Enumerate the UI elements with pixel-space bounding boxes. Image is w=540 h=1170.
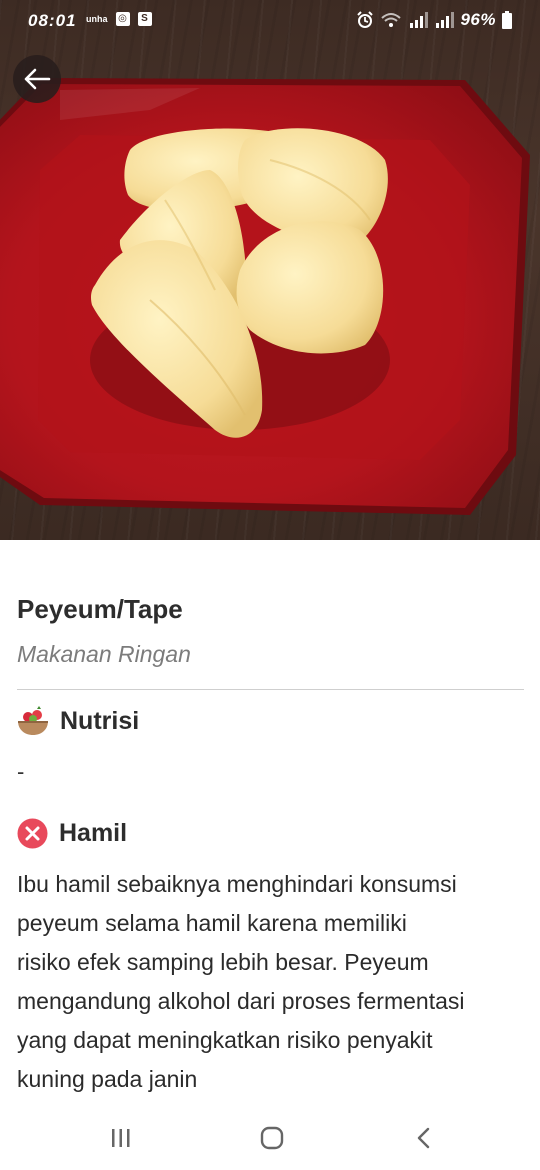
wifi-icon — [381, 13, 402, 27]
hero-image — [0, 0, 540, 540]
recent-apps-icon — [112, 1129, 130, 1147]
system-nav-bar — [0, 1106, 540, 1170]
signal-icon — [410, 12, 429, 28]
pregnant-description-line: risiko efek samping lebih besar. Peyeum — [17, 949, 429, 975]
pregnant-description-line: yang dapat meningkatkan risiko penyakit — [17, 1027, 433, 1053]
uniline-icon: unha — [86, 14, 108, 24]
signal-icon-2 — [436, 12, 455, 28]
home-button[interactable] — [252, 1120, 292, 1156]
nav-back-button[interactable] — [404, 1120, 444, 1156]
status-bar: 08:01 unha ◎ S 96% — [0, 0, 540, 44]
pregnant-description-line: peyeum selama hamil karena memiliki — [17, 910, 407, 936]
nutrition-value: - — [17, 759, 25, 784]
pregnant-description: Ibu hamil sebaiknya menghindari konsumsi… — [17, 865, 524, 1099]
food-title: Peyeum/Tape — [17, 594, 183, 624]
back-button[interactable] — [13, 55, 61, 103]
alarm-icon — [357, 11, 374, 28]
notification-icons: unha ◎ S — [86, 12, 152, 26]
pregnant-description-line: kuning pada janin — [17, 1066, 198, 1092]
divider — [17, 689, 524, 690]
peyeum-plate-image — [0, 78, 530, 515]
pregnant-description-line: Ibu hamil sebaiknya menghindari konsumsi — [17, 871, 457, 897]
pregnant-description-line: mengandung alkohol dari proses fermentas… — [17, 988, 465, 1014]
instagram-icon: ◎ — [115, 12, 130, 26]
nutrition-heading: Nutrisi — [17, 706, 139, 736]
status-time: 08:01 — [28, 11, 77, 30]
status-right: 96% — [356, 10, 512, 30]
recent-apps-button[interactable] — [101, 1120, 141, 1156]
home-icon — [260, 1126, 284, 1150]
arrow-left-icon — [24, 68, 51, 90]
back-icon — [417, 1127, 430, 1149]
s-app-icon: S — [137, 12, 152, 26]
pregnant-heading: Hamil — [17, 818, 127, 849]
nutrition-label: Nutrisi — [60, 706, 140, 735]
pregnant-label: Hamil — [59, 819, 128, 847]
battery-icon — [502, 11, 512, 29]
battery-percent: 96% — [460, 10, 496, 29]
food-bowl-icon — [18, 706, 48, 735]
cross-circle-icon — [17, 818, 48, 849]
food-category: Makanan Ringan — [17, 641, 191, 667]
